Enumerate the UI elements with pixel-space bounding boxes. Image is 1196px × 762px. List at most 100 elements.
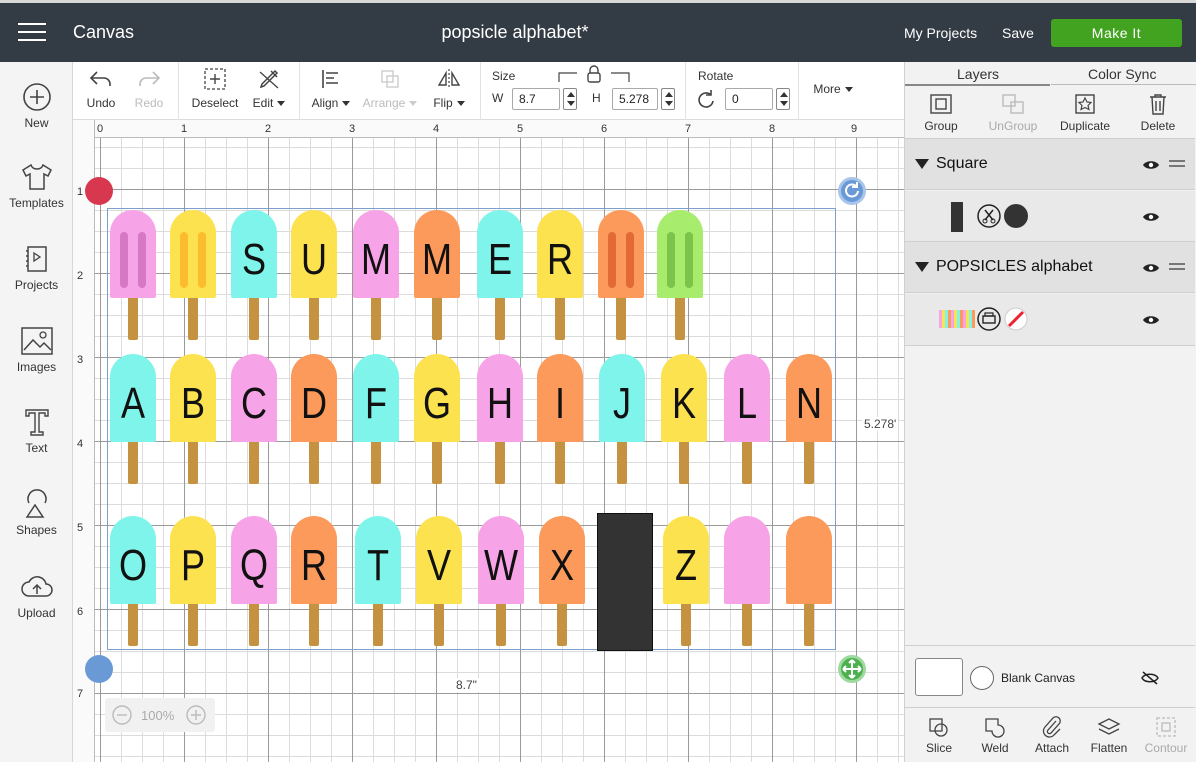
- popsicle-letter[interactable]: B: [170, 354, 216, 494]
- flip-button[interactable]: Flip: [429, 66, 469, 110]
- layer-color-swatch[interactable]: [1004, 204, 1028, 228]
- popsicle-letter[interactable]: M: [414, 210, 460, 350]
- attach-button[interactable]: Attach: [1024, 716, 1080, 755]
- popsicle-letter[interactable]: T: [355, 516, 401, 656]
- design-canvas[interactable]: 0 1 2 3 4 5 6 7 8 9 1 2 3 4 5 6 7 S U M: [73, 120, 904, 762]
- popsicle-letter[interactable]: U: [291, 210, 337, 350]
- tab-layers[interactable]: Layers: [957, 66, 999, 82]
- blank-canvas-row[interactable]: Blank Canvas: [905, 645, 1195, 709]
- popsicle-orange-bitten[interactable]: [598, 210, 644, 350]
- popsicle-letter[interactable]: C: [231, 354, 277, 494]
- eye-icon[interactable]: [1142, 262, 1160, 274]
- delete-handle[interactable]: [85, 177, 113, 205]
- popsicle-letter[interactable]: R: [291, 516, 337, 656]
- popsicle-letter[interactable]: K: [661, 354, 707, 494]
- popsicle-letter[interactable]: Q: [231, 516, 277, 656]
- contour-button[interactable]: Contour: [1138, 716, 1194, 755]
- duplicate-button[interactable]: Duplicate: [1053, 92, 1117, 133]
- ungroup-button[interactable]: UnGroup: [981, 92, 1045, 133]
- flatten-button[interactable]: Flatten: [1081, 716, 1137, 755]
- drag-handle-icon[interactable]: [1169, 160, 1185, 170]
- width-stepper[interactable]: [563, 88, 577, 110]
- popsicle-green[interactable]: [657, 210, 703, 350]
- layer-group-popsicles[interactable]: POPSICLES alphabet: [905, 241, 1195, 293]
- deselect-button[interactable]: Deselect: [188, 66, 242, 110]
- zoom-in-icon[interactable]: [185, 704, 207, 726]
- layer-item-popsicles[interactable]: [905, 294, 1195, 346]
- arrange-button[interactable]: Arrange: [361, 66, 419, 110]
- popsicle-letter[interactable]: F: [353, 354, 399, 494]
- rotate-stepper[interactable]: [776, 88, 790, 110]
- group-button[interactable]: Group: [909, 92, 973, 133]
- layer-item-square[interactable]: [905, 191, 1195, 243]
- align-button[interactable]: Align: [308, 66, 354, 110]
- rotate-input[interactable]: 0: [725, 88, 773, 110]
- canvas-color-swatch[interactable]: [970, 666, 994, 690]
- lock-handle[interactable]: [85, 655, 113, 683]
- eye-hidden-icon[interactable]: [1141, 670, 1159, 686]
- zoom-out-icon[interactable]: [111, 704, 133, 726]
- cut-scissors-icon[interactable]: [977, 204, 1001, 228]
- popsicle-letter[interactable]: G: [414, 354, 460, 494]
- popsicle-letter[interactable]: R: [537, 210, 583, 350]
- sidebar-item-projects[interactable]: Projects: [0, 244, 73, 292]
- popsicle-letter[interactable]: I: [537, 354, 583, 494]
- eye-icon[interactable]: [1142, 159, 1160, 171]
- edit-button[interactable]: Edit: [249, 66, 289, 110]
- popsicle-letter[interactable]: W: [478, 516, 524, 656]
- popsicle-letter[interactable]: P: [170, 516, 216, 656]
- resize-handle[interactable]: [838, 655, 866, 683]
- expand-triangle-icon[interactable]: [915, 159, 929, 169]
- more-button[interactable]: More: [808, 82, 858, 96]
- slice-button[interactable]: Slice: [911, 716, 967, 755]
- no-color-swatch-icon[interactable]: [1004, 307, 1028, 331]
- sidebar-item-new[interactable]: New: [0, 82, 73, 130]
- black-square-shape[interactable]: [597, 513, 653, 651]
- rotate-handle[interactable]: [838, 177, 866, 205]
- document-title: popsicle alphabet*: [441, 22, 589, 42]
- popsicle-letter[interactable]: L: [724, 354, 770, 494]
- popsicle-letter[interactable]: J: [599, 354, 645, 494]
- sidebar-item-upload[interactable]: Upload: [0, 572, 73, 620]
- sidebar-item-templates[interactable]: Templates: [0, 162, 73, 210]
- lock-proportion-icon[interactable]: [557, 64, 631, 86]
- popsicle-letter[interactable]: Z: [663, 516, 709, 656]
- tab-color-sync[interactable]: Color Sync: [1088, 66, 1156, 82]
- save-button[interactable]: Save: [1002, 25, 1034, 41]
- width-input[interactable]: 8.7: [512, 88, 560, 110]
- sidebar-item-shapes[interactable]: Shapes: [0, 489, 73, 537]
- my-projects-link[interactable]: My Projects: [904, 25, 977, 41]
- popsicle-letter[interactable]: S: [231, 210, 277, 350]
- popsicle-letter-text: O: [118, 541, 148, 590]
- tshirt-icon: [21, 163, 52, 190]
- layer-group-square[interactable]: Square: [905, 138, 1195, 190]
- popsicle-letter[interactable]: V: [416, 516, 462, 656]
- print-then-cut-icon[interactable]: [977, 307, 1001, 331]
- popsicle-letter[interactable]: M: [353, 210, 399, 350]
- expand-triangle-icon[interactable]: [915, 262, 929, 272]
- popsicle-letter[interactable]: X: [539, 516, 585, 656]
- popsicle-letter[interactable]: N: [786, 354, 832, 494]
- eye-icon[interactable]: [1142, 314, 1160, 326]
- undo-button[interactable]: Undo: [85, 66, 117, 110]
- popsicle-letter[interactable]: O: [110, 516, 156, 656]
- popsicle-letter[interactable]: H: [477, 354, 523, 494]
- redo-button[interactable]: Redo: [131, 66, 167, 110]
- popsicle-letter[interactable]: E: [477, 210, 523, 350]
- height-input[interactable]: 5.278: [612, 88, 658, 110]
- popsicle-yellow-bitten[interactable]: [170, 210, 216, 350]
- eye-icon[interactable]: [1142, 211, 1160, 223]
- make-it-button[interactable]: Make It: [1051, 19, 1182, 47]
- sidebar-item-text[interactable]: Text: [0, 407, 73, 455]
- popsicle-letter[interactable]: D: [291, 354, 337, 494]
- delete-button[interactable]: Delete: [1126, 92, 1190, 133]
- weld-button[interactable]: Weld: [967, 716, 1023, 755]
- popsicle-pink-bitten[interactable]: [110, 210, 156, 350]
- popsicle-blank-pink[interactable]: [724, 516, 770, 656]
- popsicle-blank-orange[interactable]: [786, 516, 832, 656]
- popsicle-letter-text: U: [300, 235, 328, 284]
- drag-handle-icon[interactable]: [1169, 263, 1185, 273]
- sidebar-item-images[interactable]: Images: [0, 326, 73, 374]
- popsicle-letter[interactable]: A: [110, 354, 156, 494]
- height-stepper[interactable]: [661, 88, 675, 110]
